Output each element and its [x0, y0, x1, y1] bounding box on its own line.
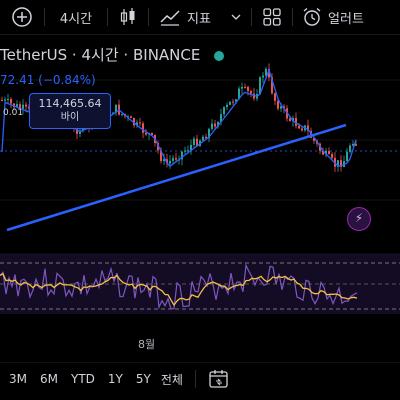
candle — [226, 104, 228, 108]
market-status-dot — [214, 51, 224, 61]
candle — [172, 158, 174, 161]
candle — [202, 136, 204, 141]
symbol-interval: 4시간 — [81, 46, 119, 64]
x-axis-tick: 8월 — [138, 338, 156, 351]
candle — [175, 158, 177, 160]
range-ytd[interactable]: YTD — [71, 372, 95, 386]
candle — [250, 91, 252, 94]
candle — [247, 86, 249, 92]
candle — [244, 86, 246, 88]
candle — [349, 145, 351, 152]
range-divider — [194, 370, 196, 388]
buy-label: 바이 — [60, 112, 80, 123]
symbol-name: TetherUS — [0, 46, 68, 64]
candle — [211, 123, 213, 129]
candle — [328, 151, 330, 155]
calendar-range-icon[interactable] — [208, 369, 230, 389]
date-range-bar: 3M 6M YTD 1Y 5Y 전체 — [0, 362, 400, 395]
buy-price: 114,465.64 — [38, 97, 102, 110]
candle — [7, 98, 9, 100]
candle — [280, 106, 282, 109]
candle — [145, 132, 147, 135]
candle — [241, 86, 243, 89]
candle — [10, 98, 12, 104]
symbol-exchange: BINANCE — [132, 46, 201, 64]
candle — [4, 99, 6, 101]
trendline[interactable] — [6, 123, 347, 232]
candle — [277, 100, 279, 109]
candle — [223, 107, 225, 115]
legend-separator: · — [123, 46, 129, 64]
range-5y[interactable]: 5Y — [136, 372, 151, 386]
candle — [184, 150, 186, 152]
candle — [121, 113, 123, 115]
buy-price-tag[interactable]: 114,465.64 바이 — [29, 93, 111, 129]
range-6m[interactable]: 6M — [40, 372, 58, 386]
candle — [193, 138, 195, 145]
candle — [298, 125, 300, 129]
left-scale-value: 0.01 — [3, 108, 24, 118]
range-all[interactable]: 전체 — [161, 371, 183, 388]
price-change: 72.41 (−0.84%) — [0, 73, 96, 87]
candle — [331, 154, 333, 158]
candle — [289, 118, 291, 122]
candle — [214, 123, 216, 127]
candle — [139, 122, 141, 124]
candle — [229, 101, 231, 105]
range-1y[interactable]: 1Y — [108, 372, 123, 386]
candle — [262, 75, 264, 78]
lightning-icon[interactable]: ⚡ — [347, 207, 371, 231]
candle — [346, 151, 348, 162]
candle — [187, 150, 189, 152]
legend-separator: · — [71, 46, 77, 64]
oscillator-pane — [0, 254, 400, 314]
candle — [25, 104, 27, 107]
symbol-legend[interactable]: TetherUS · 4시간 · BINANCE — [0, 44, 200, 68]
candle — [301, 128, 303, 131]
candle — [1, 100, 3, 101]
candle — [274, 93, 276, 101]
range-3m[interactable]: 3M — [9, 372, 27, 386]
candle — [169, 160, 171, 164]
candle — [130, 116, 132, 118]
candle — [142, 123, 144, 133]
candle — [232, 101, 234, 103]
